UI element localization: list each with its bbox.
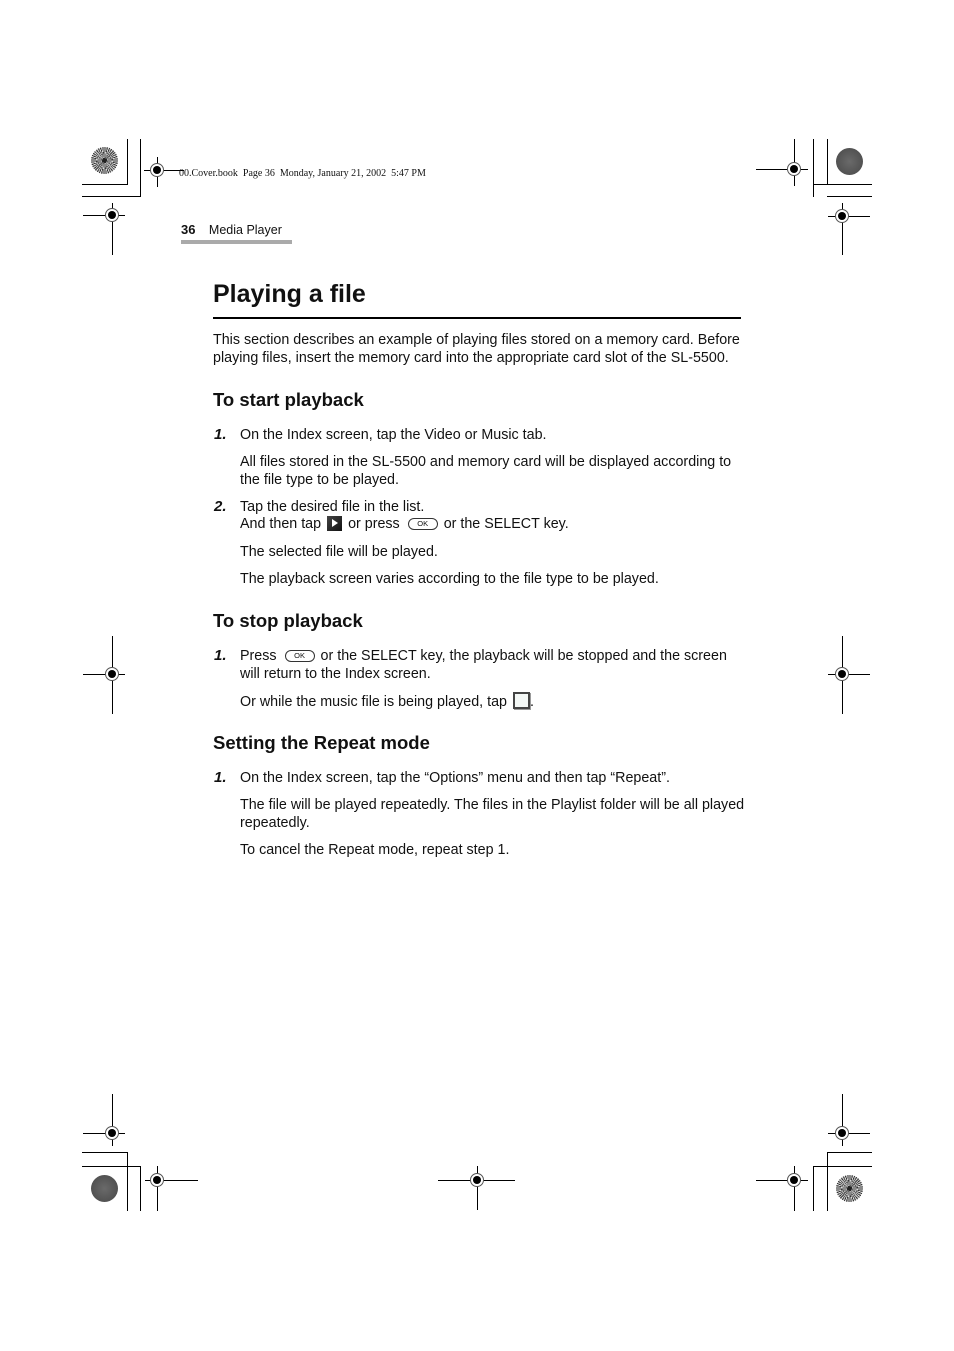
- crop-mark: [813, 139, 814, 197]
- page-number: 36: [181, 222, 196, 237]
- step-note: The playback screen varies according to …: [240, 571, 659, 587]
- ok-button-icon: OK: [407, 518, 438, 531]
- step-note: The file will be played repeatedly. The …: [240, 797, 745, 813]
- step-note: repeatedly.: [240, 815, 310, 831]
- step-note: Or while the music file is being played,…: [240, 692, 534, 711]
- step-text: or press: [348, 516, 400, 532]
- ok-button-icon: OK: [284, 650, 315, 663]
- step-number: 1.: [214, 769, 227, 786]
- step-note: The selected file will be played.: [240, 544, 438, 560]
- step-note: To cancel the Repeat mode, repeat step 1…: [240, 842, 510, 858]
- crop-mark: [827, 1152, 872, 1153]
- registration-mark-icon: [835, 1126, 849, 1140]
- step-number: 1.: [214, 426, 227, 443]
- title-rule: [213, 317, 741, 319]
- step-text-line1: Press OK or the SELECT key, the playback …: [240, 647, 727, 665]
- intro-line-1: This section describes an example of pla…: [213, 332, 740, 348]
- crop-mark: [140, 139, 141, 197]
- registration-dot-icon: [91, 1175, 118, 1202]
- section-heading-start: To start playback: [213, 389, 364, 410]
- crop-mark: [82, 196, 140, 197]
- registration-mark-icon: [470, 1173, 484, 1187]
- registration-mark-icon: [150, 1173, 164, 1187]
- registration-mark-icon: [787, 162, 801, 176]
- step-text-line2: And then tap or press OK or the SELECT ke…: [240, 515, 569, 533]
- crop-mark: [827, 139, 828, 185]
- registration-mark-icon: [835, 209, 849, 223]
- crop-mark: [82, 1152, 128, 1153]
- print-info: 00.Cover.book Page 36 Monday, January 21…: [179, 168, 426, 179]
- registration-star-icon: [91, 147, 118, 174]
- step-text: Tap the desired file in the list.: [240, 499, 425, 515]
- crop-mark: [140, 1166, 141, 1211]
- crop-mark: [82, 1166, 141, 1167]
- step-number: 1.: [214, 647, 227, 664]
- crop-mark: [813, 184, 872, 185]
- page-title: Playing a file: [213, 280, 366, 308]
- registration-mark-icon: [105, 208, 119, 222]
- play-icon: [327, 516, 343, 531]
- section-heading-stop: To stop playback: [213, 610, 363, 631]
- step-note-end: .: [530, 694, 534, 710]
- step-text: or the SELECT key.: [443, 516, 569, 532]
- step-text: or the SELECT key, the playback will be …: [320, 648, 727, 664]
- step-number: 2.: [214, 498, 227, 515]
- running-header: 36 Media Player: [181, 221, 282, 239]
- registration-mark-icon: [105, 1126, 119, 1140]
- stop-icon: [513, 692, 530, 709]
- crop-mark: [827, 1152, 828, 1211]
- crop-mark: [827, 196, 872, 197]
- step-text: On the Index screen, tap the “Options” m…: [240, 770, 670, 786]
- crop-mark: [813, 1166, 872, 1167]
- step-text: Press: [240, 648, 277, 664]
- step-note-text: Or while the music file is being played,…: [240, 694, 508, 710]
- crop-mark: [127, 1152, 128, 1211]
- crop-mark: [127, 139, 128, 185]
- step-text: will return to the Index screen.: [240, 666, 431, 682]
- section-heading-repeat: Setting the Repeat mode: [213, 732, 430, 753]
- step-note: the file type to be played.: [240, 472, 399, 488]
- crop-mark: [813, 1166, 814, 1211]
- registration-mark-icon: [150, 163, 164, 177]
- intro-line-2: playing files, insert the memory card in…: [213, 350, 729, 366]
- registration-dot-icon: [836, 148, 863, 175]
- step-text: And then tap: [240, 516, 322, 532]
- step-note: All files stored in the SL-5500 and memo…: [240, 454, 732, 470]
- registration-mark-icon: [835, 667, 849, 681]
- section-name: Media Player: [208, 223, 282, 237]
- crop-mark: [82, 184, 128, 185]
- header-rule: [181, 240, 292, 244]
- step-text: On the Index screen, tap the Video or Mu…: [240, 427, 547, 443]
- registration-mark-icon: [105, 667, 119, 681]
- registration-mark-icon: [787, 1173, 801, 1187]
- registration-star-icon: [836, 1175, 863, 1202]
